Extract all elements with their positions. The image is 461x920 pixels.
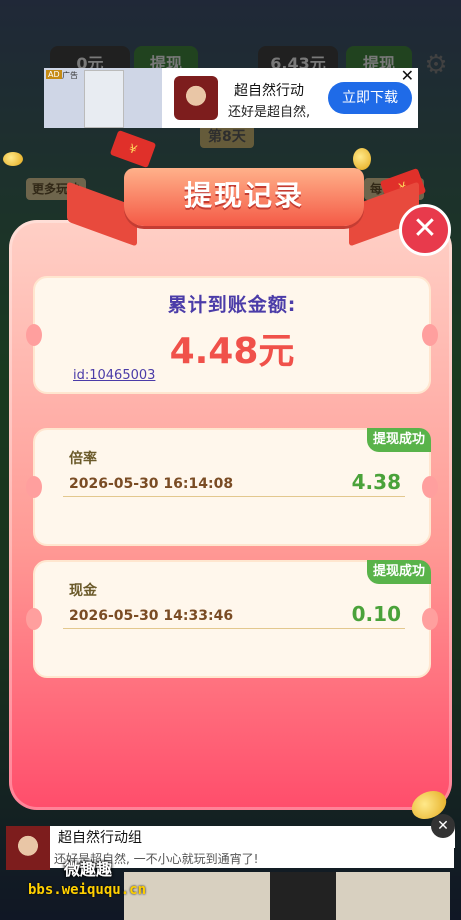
ad-thumbnail-image xyxy=(84,70,124,128)
card-notch xyxy=(26,608,42,630)
ad-tag-text: 广告 xyxy=(62,71,78,80)
ad-tag: AD xyxy=(46,70,62,79)
record-type: 现金 xyxy=(69,583,97,599)
card-notch xyxy=(26,476,42,498)
divider xyxy=(63,496,405,497)
card-notch xyxy=(422,476,438,498)
record-card: 提现成功 现金 2026-05-30 14:33:46 0.10 xyxy=(26,560,438,678)
ad-download-button[interactable]: 立即下载 xyxy=(328,82,412,114)
ad-thumbnail: AD 广告 xyxy=(44,68,162,128)
status-badge: 提现成功 xyxy=(366,428,431,452)
ad-close-icon[interactable]: ✕ xyxy=(401,66,414,85)
record-card: 提现成功 倍率 2026-05-30 16:14:08 4.38 xyxy=(26,428,438,546)
watermark: 微趣趣 bbs.weiququ.cn xyxy=(8,840,208,910)
modal-title: 提现记录 xyxy=(183,179,304,212)
record-time: 2026-05-30 14:33:46 xyxy=(69,608,234,624)
ad-title: 超自然行动 xyxy=(234,83,304,99)
card-notch xyxy=(422,608,438,630)
summary-label: 累计到账金额: xyxy=(167,294,297,316)
ad-subtitle: 还好是超自然, xyxy=(228,105,311,120)
record-amount: 4.38 xyxy=(351,470,401,494)
status-badge: 提现成功 xyxy=(366,560,431,584)
divider xyxy=(63,628,405,629)
ad-banner-top[interactable]: AD 广告 超自然行动 还好是超自然, 立即下载 ✕ xyxy=(44,66,418,128)
watermark-url: bbs.weiququ.cn xyxy=(28,882,147,898)
ad-close-icon[interactable]: ✕ xyxy=(431,814,455,838)
coin-icon xyxy=(353,148,371,170)
title-ribbon: 提现记录 xyxy=(124,168,364,226)
ad-image xyxy=(270,872,336,920)
withdraw-history-modal: ¥ ¥ ¥ 提现记录 ✕ 累计到账金额: 4.48元 id:10465003 提… xyxy=(3,129,452,825)
coin-icon xyxy=(3,152,23,166)
user-id: id:10465003 xyxy=(73,368,156,383)
watermark-title: 微趣趣 xyxy=(64,860,113,879)
close-button[interactable]: ✕ xyxy=(399,204,451,256)
record-type: 倍率 xyxy=(69,451,97,467)
record-amount: 0.10 xyxy=(351,602,401,626)
summary-amount: 4.48元 xyxy=(169,331,295,372)
record-time: 2026-05-30 16:14:08 xyxy=(69,476,234,492)
ad-avatar xyxy=(174,76,218,120)
summary-card: 累计到账金额: 4.48元 id:10465003 xyxy=(26,276,438,394)
